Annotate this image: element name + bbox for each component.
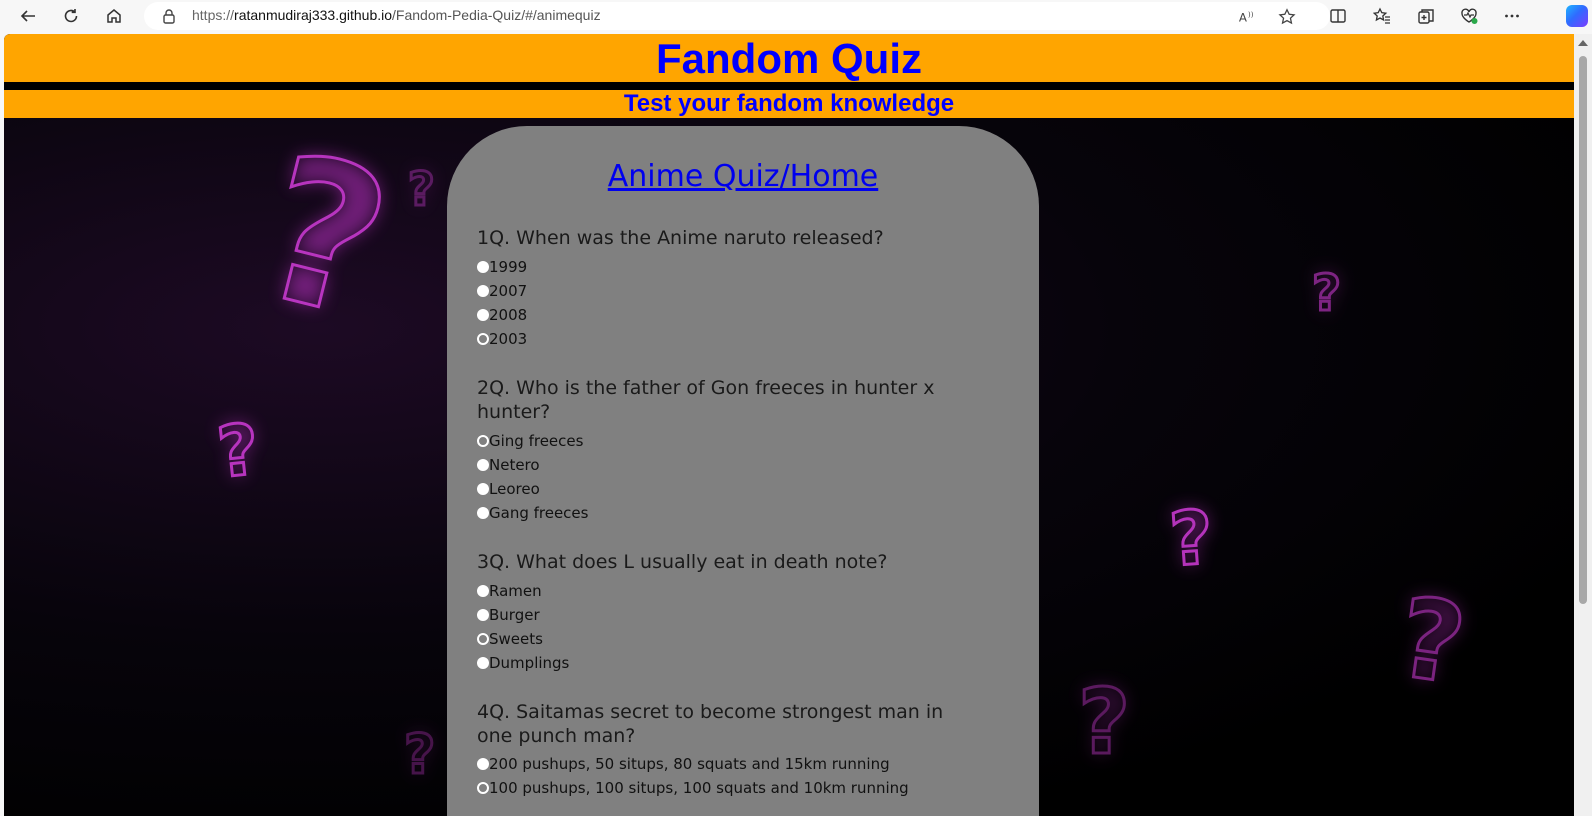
question-mark-icon: ? <box>1310 264 1342 322</box>
radio-button[interactable] <box>477 459 489 471</box>
header-divider <box>4 82 1574 90</box>
radio-button[interactable] <box>477 333 489 345</box>
question-mark-icon: ? <box>1390 572 1474 711</box>
radio-button[interactable] <box>477 309 489 321</box>
refresh-icon[interactable] <box>55 2 87 30</box>
favorites-icon[interactable] <box>1366 2 1398 30</box>
radio-button[interactable] <box>477 633 489 645</box>
radio-button[interactable] <box>477 657 489 669</box>
back-arrow-icon[interactable] <box>12 2 44 30</box>
radio-button[interactable] <box>477 758 489 770</box>
radio-button[interactable] <box>477 507 489 519</box>
quiz-card: Anime Quiz/Home 1Q. When was the Anime n… <box>447 126 1039 816</box>
site-subheader: Test your fandom knowledge <box>4 90 1574 118</box>
heart-pulse-icon[interactable] <box>1453 2 1485 30</box>
svg-text:)): )) <box>1248 10 1254 19</box>
q3-option-burger[interactable]: Burger <box>477 604 540 626</box>
q1-option-2008[interactable]: 2008 <box>477 304 527 326</box>
lock-icon[interactable] <box>160 7 178 25</box>
copilot-icon[interactable] <box>1566 5 1588 27</box>
radio-button[interactable] <box>477 483 489 495</box>
site-subtitle: Test your fandom knowledge <box>623 90 955 117</box>
svg-text:A: A <box>1239 11 1247 25</box>
browser-toolbar: https://ratanmudiraj333.github.io/Fandom… <box>0 0 1592 32</box>
radio-button[interactable] <box>477 585 489 597</box>
q2-option-leoreo[interactable]: Leoreo <box>477 478 540 500</box>
question-mark-icon: ? <box>212 407 264 496</box>
page-scrollbar[interactable] <box>1574 34 1592 816</box>
question-3: 3Q. What does L usually eat in death not… <box>477 551 888 573</box>
site-header: Fandom Quiz <box>4 34 1574 82</box>
question-mark-icon: ? <box>1166 493 1218 585</box>
site-title: Fandom Quiz <box>656 35 922 82</box>
star-icon[interactable] <box>1276 6 1298 28</box>
question-mark-icon: ? <box>238 109 410 366</box>
q1-option-2003[interactable]: 2003 <box>477 328 527 350</box>
q4-option-200-pushups[interactable]: 200 pushups, 50 situps, 80 squats and 15… <box>477 753 890 775</box>
question-mark-icon: ? <box>402 723 436 786</box>
scroll-up-arrow-icon[interactable] <box>1578 40 1588 46</box>
radio-button[interactable] <box>477 782 489 794</box>
scrollbar-thumb[interactable] <box>1579 56 1587 604</box>
url-text[interactable]: https://ratanmudiraj333.github.io/Fandom… <box>192 7 601 23</box>
home-icon[interactable] <box>98 2 130 30</box>
radio-button[interactable] <box>477 285 489 297</box>
q3-option-dumplings[interactable]: Dumplings <box>477 652 569 674</box>
q2-option-netero[interactable]: Netero <box>477 454 540 476</box>
question-1: 1Q. When was the Anime naruto released? <box>477 227 884 249</box>
address-bar[interactable]: https://ratanmudiraj333.github.io/Fandom… <box>144 2 1330 30</box>
radio-button[interactable] <box>477 609 489 621</box>
question-mark-icon: ? <box>1076 670 1131 775</box>
q3-option-sweets[interactable]: Sweets <box>477 628 543 650</box>
collections-icon[interactable] <box>1410 2 1442 30</box>
question-2: 2Q. Who is the father of Gon freeces in … <box>477 377 935 423</box>
radio-button[interactable] <box>477 435 489 447</box>
q2-option-gang[interactable]: Gang freeces <box>477 502 588 524</box>
q1-option-2007[interactable]: 2007 <box>477 280 527 302</box>
quiz-home-link[interactable]: Anime Quiz/Home <box>447 158 1039 196</box>
split-screen-icon[interactable] <box>1322 2 1354 30</box>
question-mark-icon: ? <box>407 162 437 216</box>
q4-option-100-pushups[interactable]: 100 pushups, 100 situps, 100 squats and … <box>477 777 909 799</box>
page-viewport: Fandom Quiz Test your fandom knowledge ?… <box>4 34 1574 816</box>
q2-option-ging[interactable]: Ging freeces <box>477 430 583 452</box>
q1-option-1999[interactable]: 1999 <box>477 256 527 278</box>
radio-button[interactable] <box>477 261 489 273</box>
question-4: 4Q. Saitamas secret to become strongest … <box>477 701 944 747</box>
q3-option-ramen[interactable]: Ramen <box>477 580 542 602</box>
more-icon[interactable] <box>1496 2 1528 30</box>
read-aloud-icon[interactable]: A)) <box>1236 6 1258 28</box>
